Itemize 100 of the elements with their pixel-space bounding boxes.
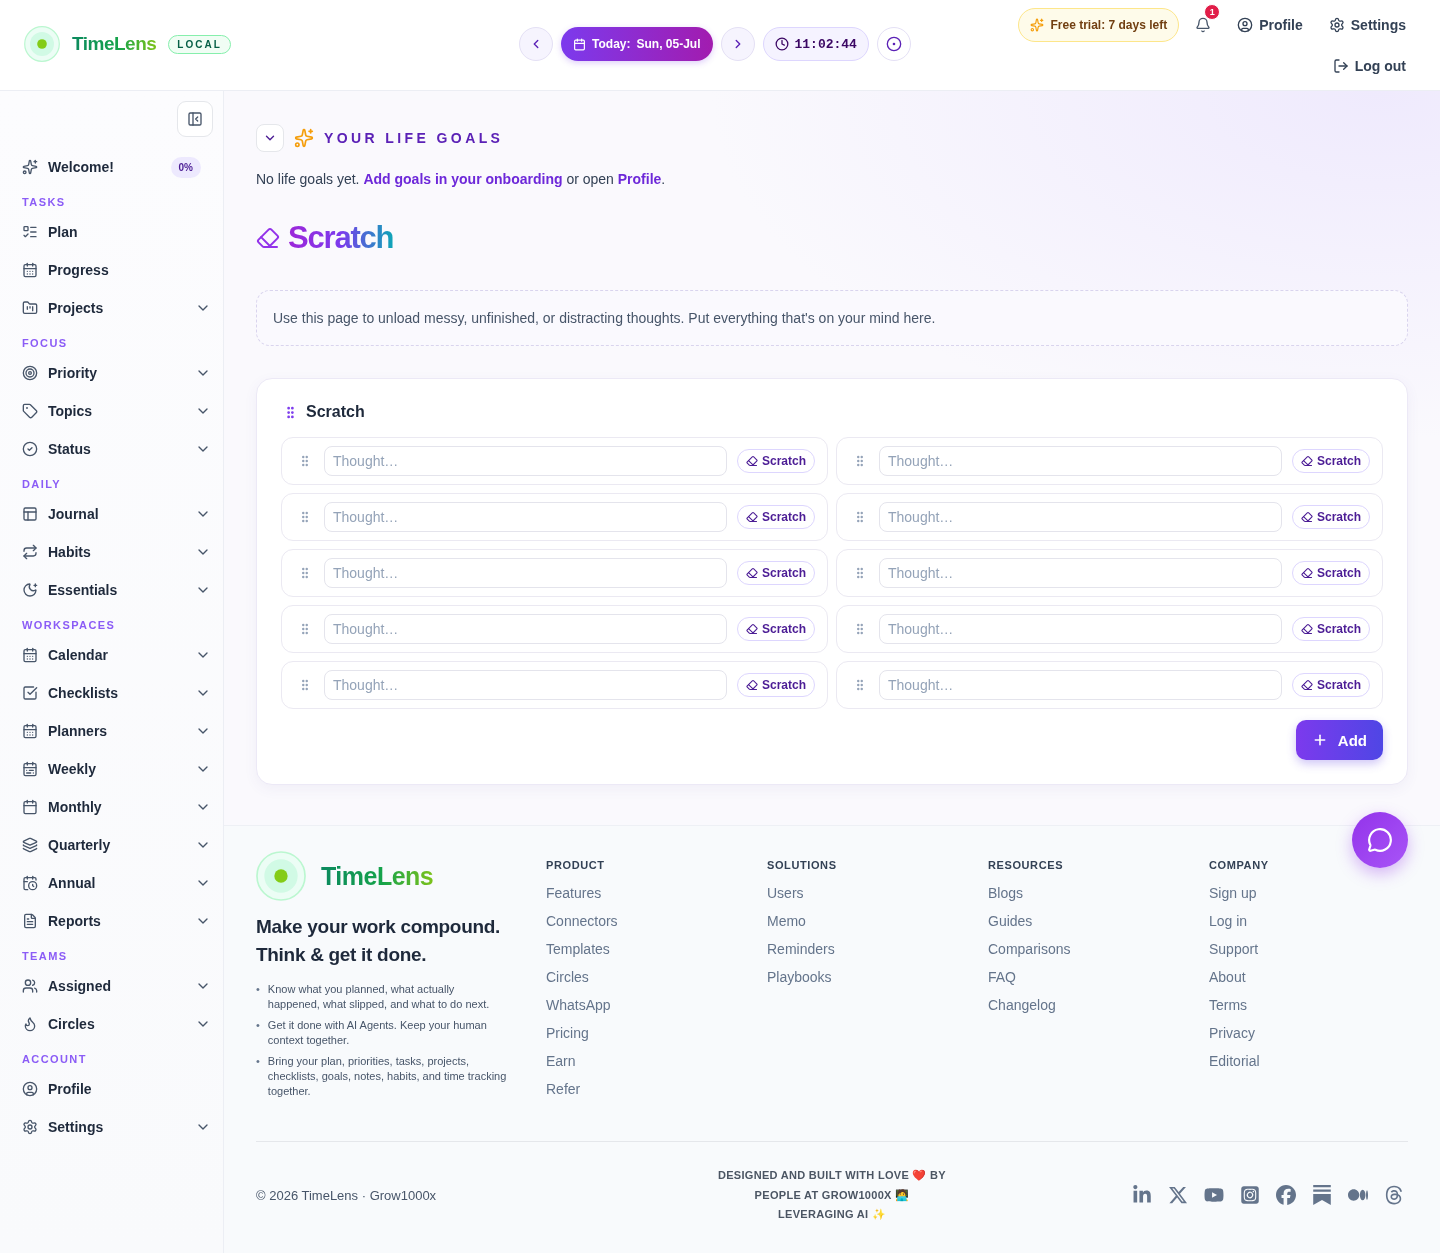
linkedin-icon[interactable]	[1132, 1185, 1152, 1206]
footer-link[interactable]: Privacy	[1209, 1023, 1255, 1043]
sidebar-item[interactable]: Priority	[12, 354, 213, 392]
scratch-button[interactable]: Scratch	[1291, 449, 1370, 473]
notification-count: 1	[1204, 4, 1221, 20]
thought-input[interactable]: Thought…	[324, 558, 727, 588]
feature-bullet: Bring your plan, priorities, tasks, projects, checklists, goals, notes, habits, and time tracking together.	[267, 1054, 508, 1099]
footer-link[interactable]: Terms	[1209, 995, 1248, 1015]
threads-icon[interactable]	[1384, 1185, 1404, 1206]
sidebar-item[interactable]: Progress	[12, 251, 213, 289]
footer-link[interactable]: Guides	[988, 911, 1033, 931]
collapse-sidebar-button[interactable]	[177, 101, 213, 137]
sidebar-item[interactable]: Monthly	[12, 788, 213, 826]
scratch-button[interactable]: Scratch	[736, 673, 815, 697]
thought-input[interactable]: Thought…	[324, 502, 727, 532]
scratch-button[interactable]: Scratch	[736, 505, 815, 529]
sidebar-item[interactable]: Reports	[12, 902, 213, 940]
scratch-button[interactable]: Scratch	[736, 561, 815, 585]
footer-link[interactable]: About	[1209, 967, 1246, 987]
section-label: TEAMS	[22, 949, 69, 964]
sidebar-item[interactable]: Settings	[12, 1108, 213, 1146]
settings-icon	[22, 1119, 38, 1135]
date-button[interactable]: Today: Sun, 05-Jul	[561, 27, 713, 61]
footer-link[interactable]: Blogs	[988, 883, 1024, 903]
thought-input[interactable]: Thought…	[324, 446, 727, 476]
eraser-icon	[745, 567, 758, 579]
footer-link[interactable]: FAQ	[988, 967, 1016, 987]
calendar-icon	[22, 799, 38, 815]
scratch-button[interactable]: Scratch	[736, 449, 815, 473]
thought-input[interactable]: Thought…	[879, 502, 1282, 532]
footer-link[interactable]: Connectors	[546, 911, 618, 931]
profile-button[interactable]: Profile	[1237, 15, 1303, 35]
scratch-button[interactable]: Scratch	[1291, 505, 1370, 529]
sidebar-item[interactable]: Habits	[12, 533, 213, 571]
sidebar-item[interactable]: Weekly	[12, 750, 213, 788]
footer-link[interactable]: Earn	[546, 1051, 576, 1071]
footer-link[interactable]: Comparisons	[988, 939, 1071, 959]
thought-input[interactable]: Thought…	[879, 614, 1282, 644]
footer-link[interactable]: Changelog	[988, 995, 1056, 1015]
sidebar-item[interactable]: Journal	[12, 495, 213, 533]
scratch-button[interactable]: Scratch	[1291, 561, 1370, 585]
sidebar-item[interactable]: Calendar	[12, 636, 213, 674]
sidebar-item[interactable]: Annual	[12, 864, 213, 902]
footer-link[interactable]: Reminders	[767, 939, 835, 959]
footer-link[interactable]: Pricing	[546, 1023, 589, 1043]
footer-link[interactable]: Support	[1209, 939, 1259, 959]
trial-button[interactable]: Free trial: 7 days left	[1018, 8, 1180, 42]
sidebar-item[interactable]: Status	[12, 430, 213, 468]
x-icon[interactable]	[1168, 1185, 1188, 1206]
logout-button[interactable]: Log out	[1332, 56, 1406, 76]
instagram-icon[interactable]	[1240, 1185, 1260, 1206]
notifications-button[interactable]	[1195, 15, 1212, 35]
message-link[interactable]: Add goals in your onboarding	[363, 171, 563, 187]
tagline: Think & get it done.	[256, 943, 427, 967]
footer-link[interactable]: Refer	[546, 1079, 581, 1099]
footer-link[interactable]: Memo	[767, 911, 806, 931]
scratch-button[interactable]: Scratch	[1291, 617, 1370, 641]
eraser-icon	[745, 511, 758, 523]
footer-link[interactable]: Users	[767, 883, 804, 903]
substack-icon[interactable]	[1312, 1185, 1332, 1206]
sidebar-item[interactable]: Checklists	[12, 674, 213, 712]
footer-link[interactable]: Log in	[1209, 911, 1248, 931]
footer-link[interactable]: Features	[546, 883, 602, 903]
circle-dot-button[interactable]	[876, 27, 911, 61]
thought-input[interactable]: Thought…	[879, 558, 1282, 588]
bullet-mark: •	[256, 1054, 260, 1069]
calendar-icon	[22, 723, 38, 739]
scratch-button[interactable]: Scratch	[736, 617, 815, 641]
thought-input[interactable]: Thought…	[324, 670, 727, 700]
sidebar-item[interactable]: Plan	[12, 213, 213, 251]
add-button[interactable]: Add	[1295, 720, 1383, 760]
bell-icon	[1195, 17, 1212, 33]
sidebar-item[interactable]: Circles	[12, 1005, 213, 1043]
scratch-button[interactable]: Scratch	[1291, 673, 1370, 697]
footer-link[interactable]: Editorial	[1209, 1051, 1260, 1071]
facebook-icon[interactable]	[1276, 1185, 1296, 1206]
eraser-icon	[1300, 679, 1313, 691]
sidebar-item[interactable]: Assigned	[12, 967, 213, 1005]
footer-link[interactable]: WhatsApp	[546, 995, 611, 1015]
footer-link[interactable]: Templates	[546, 939, 610, 959]
sidebar-item[interactable]: Essentials	[12, 571, 213, 609]
clock-button[interactable]: 11:02:44	[762, 27, 869, 61]
sidebar-item[interactable]: Planners	[12, 712, 213, 750]
thought-input[interactable]: Thought…	[324, 614, 727, 644]
sparkles-icon	[294, 128, 314, 148]
sidebar-item[interactable]: Profile	[12, 1070, 213, 1108]
sidebar-item[interactable]: Welcome! 0%	[12, 148, 213, 186]
thought-input[interactable]: Thought…	[879, 446, 1282, 476]
thought-input[interactable]: Thought…	[879, 670, 1282, 700]
footer-link[interactable]: Playbooks	[767, 967, 832, 987]
sidebar-item[interactable]: Topics	[12, 392, 213, 430]
footer-link[interactable]: Circles	[546, 967, 589, 987]
eraser-icon	[745, 679, 758, 691]
calendar-icon	[22, 647, 38, 663]
footer-link[interactable]: Sign up	[1209, 883, 1257, 903]
sidebar-item[interactable]: Projects	[12, 289, 213, 327]
message-link[interactable]: Profile	[617, 171, 662, 187]
eraser-icon	[1300, 623, 1313, 635]
settings-button[interactable]: Settings	[1328, 15, 1406, 35]
sidebar-item[interactable]: Quarterly	[12, 826, 213, 864]
